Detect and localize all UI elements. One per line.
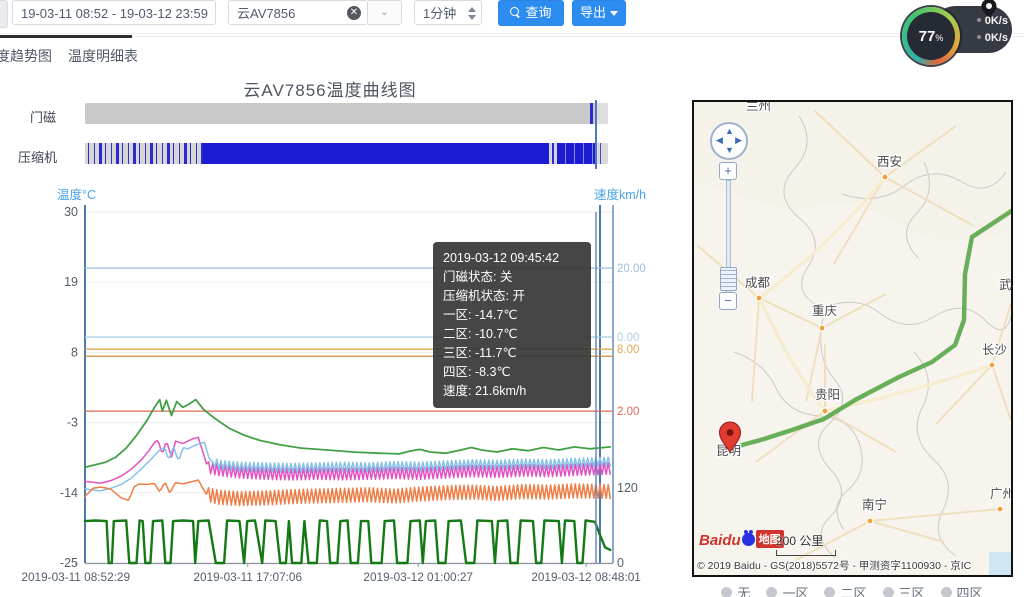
battery-gauge: 77% [902, 7, 960, 65]
tooltip-time: 2019-03-12 09:45:42 [443, 249, 581, 268]
map-city-label: 成都 [745, 276, 771, 290]
map-city-label: 兰州 [746, 102, 771, 113]
svg-text:2019-03-11 17:07:06: 2019-03-11 17:07:06 [193, 570, 302, 584]
svg-text:8: 8 [71, 345, 78, 359]
map-city-label: 重庆 [812, 303, 838, 318]
zone-legend-item[interactable]: 四区 [941, 583, 983, 597]
baidu-paw-icon [742, 533, 755, 546]
svg-text:30: 30 [64, 205, 78, 219]
svg-text:2019-03-11 08:52:29: 2019-03-11 08:52:29 [21, 570, 130, 584]
speed-monitor-widget[interactable]: 77% 0K/s 0K/s [902, 0, 1017, 64]
zone-legend-item[interactable]: 三区 [883, 583, 925, 597]
svg-text:8.00: 8.00 [617, 344, 639, 356]
zone-legend-item[interactable]: 无 [721, 583, 750, 597]
map-city-label: 武汉 [999, 278, 1011, 292]
map-canvas: 兰州西安武汉成都重庆贵阳长沙南宁广州昆明 [694, 102, 1011, 575]
up-dot-icon [977, 18, 981, 22]
svg-text:2019-03-12 01:00:27: 2019-03-12 01:00:27 [363, 570, 473, 584]
map-pan-control[interactable]: ▲ ▼ ◀ ▶ [710, 122, 748, 160]
zone-legend: 无 一区 二区 三区 四区 [692, 583, 1012, 597]
download-speed: 0K/s [962, 30, 1008, 47]
svg-text:2019-03-12 08:48:01: 2019-03-12 08:48:01 [531, 570, 641, 584]
baidu-logo: Baidu地图 [699, 530, 784, 549]
pan-left-icon[interactable]: ◀ [716, 136, 723, 145]
map-scale-bar: 200 公里 [776, 532, 836, 556]
chart-tooltip: 2019-03-12 09:45:42 门磁状态: 关压缩机状态: 开一区: -… [433, 242, 591, 408]
map-city-label: 西安 [877, 154, 902, 169]
map-city-label: 广州 [990, 487, 1011, 501]
net-speed-rows: 0K/s 0K/s [962, 13, 1008, 47]
svg-text:0.00: 0.00 [617, 332, 639, 344]
svg-text:120: 120 [617, 481, 638, 495]
map-city-label: 贵阳 [815, 388, 840, 402]
map-copyright: © 2019 Baidu - GS(2018)5572号 - 甲测资字11009… [697, 558, 971, 573]
map-zoom-out-button[interactable]: − [719, 292, 737, 310]
map-zoom-in-button[interactable]: + [719, 162, 737, 180]
tooltip-lines: 门磁状态: 关压缩机状态: 开一区: -14.7℃二区: -10.7℃三区: -… [443, 268, 581, 401]
map-zoom-handle[interactable] [720, 267, 737, 291]
svg-text:19: 19 [64, 275, 78, 289]
zone-legend-item[interactable]: 二区 [824, 583, 866, 597]
pan-up-icon[interactable]: ▲ [725, 127, 734, 136]
svg-text:2.00: 2.00 [617, 406, 639, 418]
svg-text:0: 0 [617, 556, 624, 570]
zone-legend-item[interactable]: 一区 [766, 583, 808, 597]
app-root: 19-03-11 08:52 - 19-03-12 23:59 云AV7856 … [0, 0, 1024, 597]
down-dot-icon [977, 35, 981, 39]
baidu-map[interactable]: 兰州西安武汉成都重庆贵阳长沙南宁广州昆明 ▲▼ ◀▶ + − Baidu地图 2… [692, 100, 1013, 577]
upload-speed: 0K/s [962, 13, 1008, 30]
pan-right-icon[interactable]: ▶ [735, 136, 742, 145]
pan-down-icon[interactable]: ▼ [725, 146, 734, 155]
svg-text:-3: -3 [67, 416, 78, 430]
svg-text:-14: -14 [60, 486, 78, 500]
map-city-label: 长沙 [982, 343, 1008, 357]
svg-text:20.00: 20.00 [617, 263, 646, 275]
map-city-label: 南宁 [862, 497, 887, 512]
